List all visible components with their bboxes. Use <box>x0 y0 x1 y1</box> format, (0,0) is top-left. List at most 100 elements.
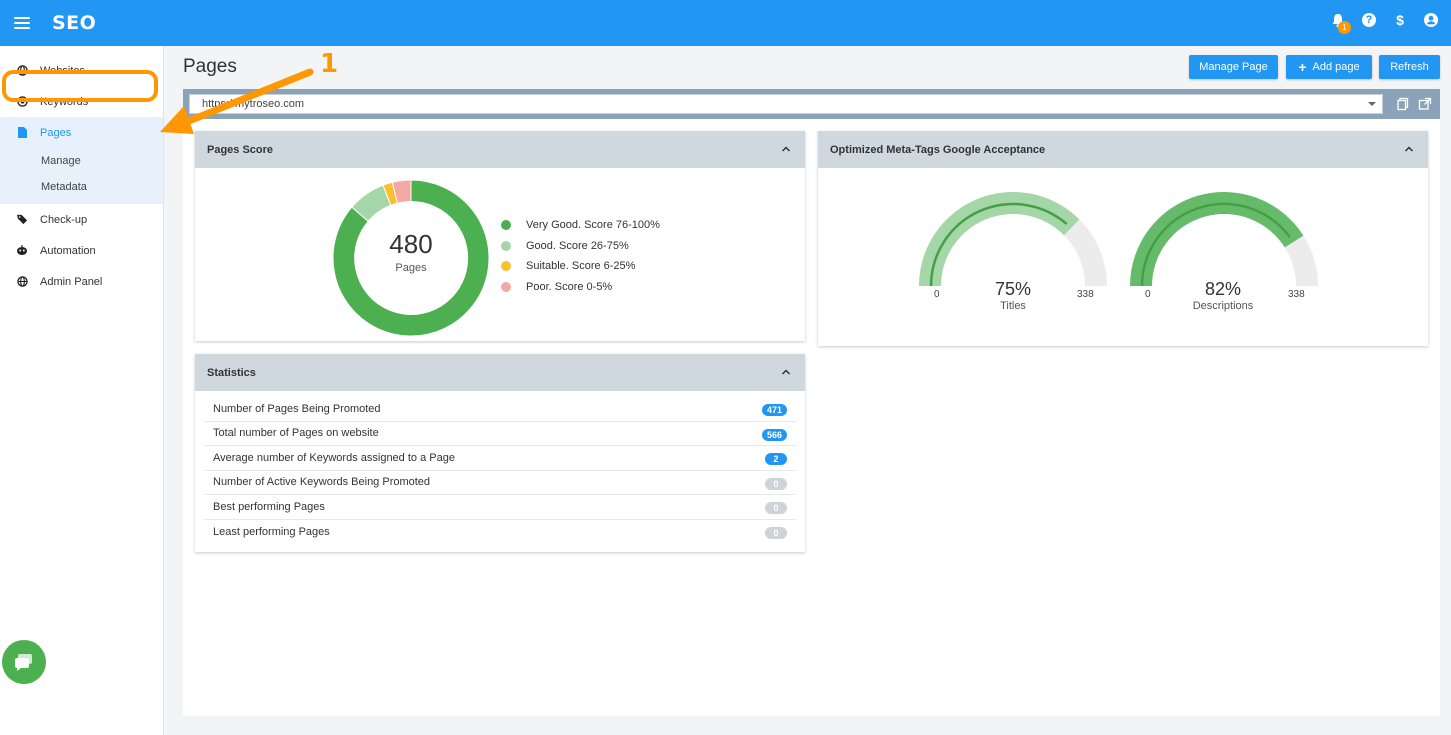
manage-page-button[interactable]: Manage Page <box>1189 55 1278 79</box>
stat-badge: 0 <box>765 526 787 539</box>
sidebar-item-label: Keywords <box>40 95 89 108</box>
annotation-number: 1 <box>320 49 339 79</box>
pages-submenu: Manage Metadata <box>0 148 163 204</box>
sidebar-item-label: Check-up <box>40 213 88 226</box>
legend-item[interactable]: Poor. Score 0-5% <box>501 277 660 298</box>
stat-badge: 2 <box>765 453 787 465</box>
gauge-percent: 82% <box>1204 279 1242 299</box>
meta-tags-header[interactable]: Optimized Meta-Tags Google Acceptance <box>818 131 1428 168</box>
gauge-percent: 75% <box>994 279 1032 299</box>
legend-swatch <box>501 261 511 272</box>
sidebar-item-label: Admin Panel <box>40 275 103 288</box>
sidebar-item-admin-panel[interactable]: Admin Panel <box>0 266 163 297</box>
stat-badge: 471 <box>761 404 787 416</box>
sidebar-subitem-metadata[interactable]: Metadata <box>0 174 163 200</box>
legend-label: Poor. Score 0-5% <box>526 281 613 294</box>
sidebar-item-check-up[interactable]: Check-up <box>0 204 163 235</box>
gauge-max: 338 <box>1288 289 1305 300</box>
sidebar: Websites Keywords Pages Manage Metadata … <box>0 46 164 735</box>
help-icon[interactable]: ? <box>1361 12 1377 28</box>
chevron-down-icon[interactable] <box>1368 102 1376 106</box>
add-page-label: Add page <box>1312 61 1360 73</box>
url-select[interactable] <box>189 94 1383 114</box>
sidebar-item-label: Websites <box>40 64 86 77</box>
pages-total-label: Pages <box>395 262 427 274</box>
sidebar-item-automation[interactable]: Automation <box>0 235 163 266</box>
pages-score-legend: Very Good. Score 76-100% Good. Score 26-… <box>501 215 660 297</box>
notification-badge: 1 <box>1338 21 1351 34</box>
gauge-name: Titles <box>1000 300 1026 312</box>
chevron-up-icon[interactable] <box>781 144 791 154</box>
legend-label: Good. Score 26-75% <box>526 239 629 252</box>
statistics-header[interactable]: Statistics <box>195 354 805 391</box>
gauge-min: 0 <box>1145 289 1151 300</box>
stat-row: Average number of Keywords assigned to a… <box>204 446 796 471</box>
stat-badge: 0 <box>765 502 787 514</box>
menu-icon[interactable] <box>14 17 30 29</box>
sidebar-subitem-manage[interactable]: Manage <box>0 148 163 174</box>
target-icon <box>16 96 28 108</box>
legend-swatch <box>501 220 511 231</box>
content-area: Pages Score 480 Pages Very Good. Score 7… <box>183 119 1440 716</box>
legend-item[interactable]: Very Good. Score 76-100% <box>501 215 660 236</box>
legend-item[interactable]: Suitable. Score 6-25% <box>501 256 660 277</box>
stat-label: Total number of Pages on website <box>213 427 379 440</box>
top-bar: SEO 1 ? $ <box>0 0 1451 46</box>
dollar-glyph: $ <box>1396 12 1404 28</box>
titles-gauge <box>919 191 1107 287</box>
legend-label: Very Good. Score 76-100% <box>526 219 660 232</box>
sidebar-item-keywords[interactable]: Keywords <box>0 86 163 117</box>
external-link-icon[interactable] <box>1418 97 1432 111</box>
stat-label: Number of Pages Being Promoted <box>213 402 381 415</box>
gauge-max: 338 <box>1077 289 1094 300</box>
pages-total: 480 <box>389 229 433 259</box>
chevron-up-icon[interactable] <box>1404 144 1414 154</box>
help-glyph: ? <box>1362 13 1376 27</box>
descriptions-gauge <box>1130 191 1318 287</box>
copy-icon[interactable] <box>1396 97 1410 111</box>
globe-icon <box>16 65 28 77</box>
legend-swatch <box>501 282 511 293</box>
card-title: Statistics <box>207 366 256 379</box>
stat-row: Number of Pages Being Promoted 471 <box>204 397 796 422</box>
globe-icon <box>16 276 28 288</box>
top-icons: 1 ? $ <box>1330 12 1439 34</box>
robot-icon <box>16 245 28 257</box>
stat-row: Least performing Pages 0 <box>204 520 796 545</box>
legend-label: Suitable. Score 6-25% <box>526 260 636 273</box>
add-page-button[interactable]: + Add page <box>1286 55 1372 79</box>
chat-button[interactable] <box>2 640 46 684</box>
stat-label: Number of Active Keywords Being Promoted <box>213 476 431 489</box>
gauge-name: Descriptions <box>1192 300 1254 312</box>
card-title: Optimized Meta-Tags Google Acceptance <box>830 143 1046 156</box>
page-title: Pages <box>183 56 237 77</box>
sidebar-item-label: Automation <box>40 244 96 257</box>
chat-icon <box>15 654 32 671</box>
legend-item[interactable]: Good. Score 26-75% <box>501 236 660 257</box>
user-icon[interactable] <box>1423 12 1439 28</box>
meta-tags-card: Optimized Meta-Tags Google Acceptance 0 … <box>818 131 1428 346</box>
refresh-button[interactable]: Refresh <box>1379 55 1440 79</box>
url-bar <box>183 89 1440 119</box>
pages-score-header[interactable]: Pages Score <box>195 131 805 168</box>
bell-icon[interactable]: 1 <box>1330 12 1351 34</box>
stat-row: Number of Active Keywords Being Promoted… <box>204 471 796 495</box>
stat-label: Best performing Pages <box>213 500 325 513</box>
stat-badge: 0 <box>765 477 787 490</box>
main-content: Pages Manage Page + Add page Refresh Pag… <box>183 46 1440 716</box>
sidebar-item-label: Pages <box>40 126 72 139</box>
dollar-icon[interactable]: $ <box>1392 12 1408 28</box>
stat-label: Least performing Pages <box>213 525 330 538</box>
stat-row: Best performing Pages 0 <box>204 495 796 520</box>
pages-score-card: Pages Score 480 Pages Very Good. Score 7… <box>195 131 805 341</box>
card-title: Pages Score <box>207 143 274 156</box>
tag-icon <box>16 214 28 226</box>
plus-icon: + <box>1298 59 1307 75</box>
statistics-card: Statistics Number of Pages Being Promote… <box>195 354 805 552</box>
stat-label: Average number of Keywords assigned to a… <box>213 451 455 464</box>
chevron-up-icon[interactable] <box>781 367 791 377</box>
stat-row: Total number of Pages on website 566 <box>204 422 796 446</box>
sidebar-item-pages[interactable]: Pages <box>0 117 163 148</box>
sidebar-item-websites[interactable]: Websites <box>0 55 163 86</box>
gauge-min: 0 <box>934 289 940 300</box>
